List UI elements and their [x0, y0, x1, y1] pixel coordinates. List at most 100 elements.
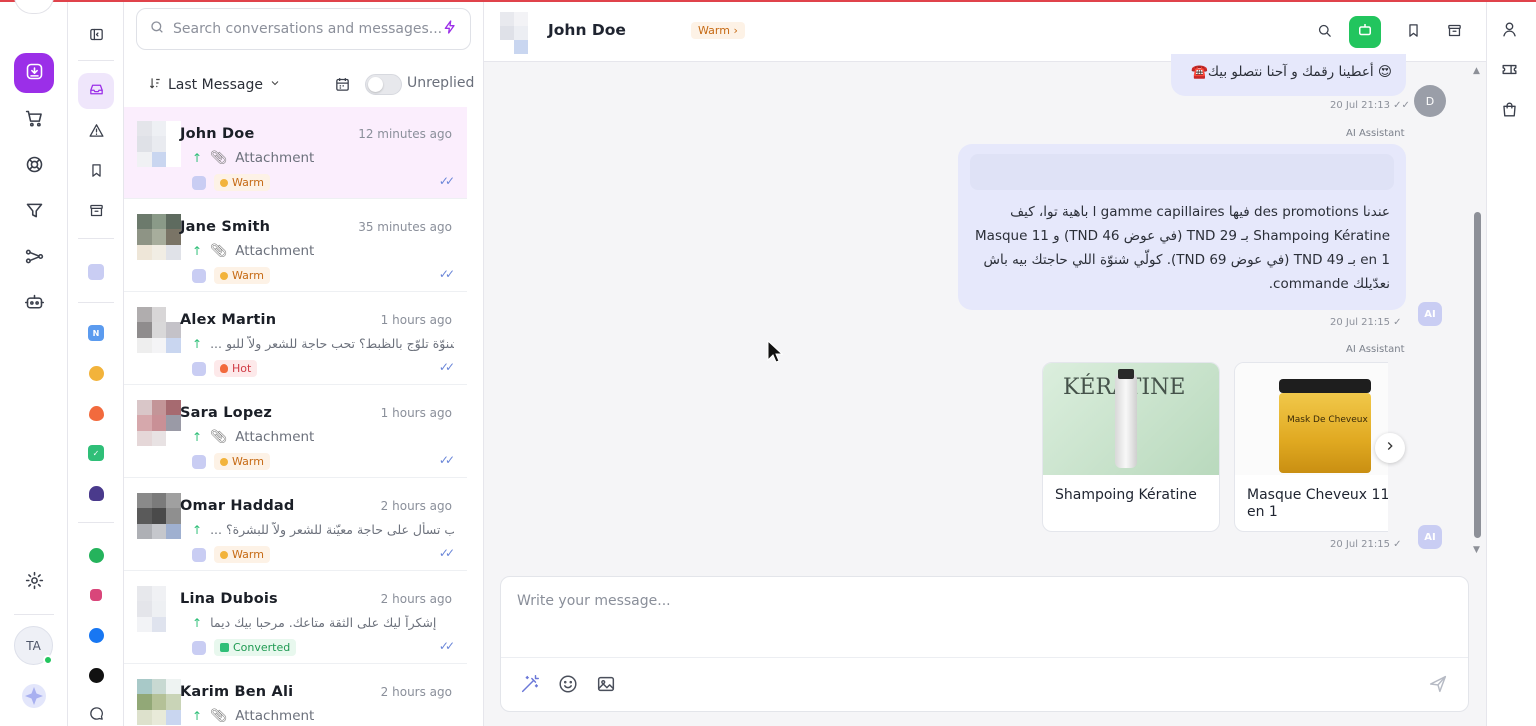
- preview-text: إشكراً ليك على الثقة متاعك. مرحبا بيك دي…: [210, 615, 437, 630]
- status-badge[interactable]: Warm ›: [691, 22, 745, 39]
- channel-tiktok[interactable]: [78, 657, 114, 693]
- warning-icon: [88, 122, 105, 143]
- conversation-meta: Warm: [192, 267, 270, 284]
- ai-badge-icon: [192, 175, 206, 190]
- channel-facebook[interactable]: [78, 617, 114, 653]
- nav-support[interactable]: [14, 146, 54, 186]
- channel-whatsapp[interactable]: [78, 537, 114, 573]
- chat-scrollbar[interactable]: [1474, 212, 1481, 538]
- unreplied-toggle[interactable]: [365, 74, 402, 95]
- tickets-button[interactable]: [1500, 60, 1524, 84]
- divider: [78, 238, 114, 239]
- filter-contacts[interactable]: [78, 475, 114, 511]
- channel-messenger[interactable]: [78, 697, 114, 726]
- filter-converted[interactable]: ✓: [78, 435, 114, 471]
- sort-label: Last Message: [168, 77, 263, 93]
- chat-header: John Doe Warm ›: [484, 2, 1486, 62]
- calendar-icon[interactable]: [334, 76, 351, 97]
- paperclip-icon: 📎︎: [210, 708, 228, 724]
- nav-workflows[interactable]: [14, 238, 54, 278]
- conversation-item[interactable]: Lina Dubois 2 hours ago ↑ إشكراً ليك على…: [124, 572, 467, 664]
- paperclip-icon: 📎︎: [210, 243, 228, 259]
- search-input[interactable]: Search conversations and messages...: [173, 21, 442, 37]
- conversation-item[interactable]: Alex Martin 1 hours ago ↑ شنوّة تلوّج با…: [124, 293, 467, 385]
- attach-image-button[interactable]: [595, 673, 619, 697]
- filter-alerts[interactable]: [78, 114, 114, 150]
- nav-settings[interactable]: [14, 562, 54, 602]
- contact-avatar[interactable]: [137, 493, 181, 539]
- conversation-time: 1 hours ago: [380, 313, 452, 327]
- status-badge-label: Warm: [232, 548, 264, 561]
- search-chat-button[interactable]: [1310, 18, 1338, 46]
- status-badge[interactable]: Warm: [214, 453, 270, 470]
- arrow-up-icon: ↑: [192, 336, 203, 351]
- nav-bots[interactable]: [14, 284, 54, 324]
- nav-orders[interactable]: [14, 100, 54, 140]
- contact-avatar[interactable]: [137, 400, 181, 446]
- contact-avatar[interactable]: [137, 214, 181, 260]
- message-timestamp: 20 Jul 21:15 ✓: [1330, 317, 1402, 328]
- contact-avatar[interactable]: [137, 586, 181, 632]
- contact-avatar[interactable]: [137, 121, 181, 167]
- filter-warm[interactable]: [78, 355, 114, 391]
- conversation-item[interactable]: Karim Ben Ali 2 hours ago ↑ 📎︎ Attachmen…: [124, 665, 467, 726]
- tiktok-icon: [88, 667, 104, 683]
- ai-sparkle-icon[interactable]: [18, 680, 50, 712]
- status-badge[interactable]: Warm: [214, 174, 270, 191]
- conversation-item[interactable]: Omar Haddad 2 hours ago ↑ تحب تسأل على ح…: [124, 479, 467, 571]
- channel-instagram[interactable]: [78, 577, 114, 613]
- status-badge[interactable]: Warm: [214, 546, 270, 563]
- contact-avatar[interactable]: [137, 307, 181, 353]
- message-preview: ↑ تحب تسأل على حاجة معيّنة للشعر ولاّ لل…: [192, 522, 454, 537]
- divider: [14, 614, 54, 615]
- filter-all-inbox[interactable]: [78, 73, 114, 109]
- status-badge[interactable]: Warm: [214, 267, 270, 284]
- workspace-switcher[interactable]: [14, 0, 54, 14]
- orders-button[interactable]: [1500, 100, 1524, 124]
- conversation-item[interactable]: Sara Lopez 1 hours ago ↑ 📎︎ Attachment W…: [124, 386, 467, 478]
- nav-inbox[interactable]: [14, 53, 54, 93]
- image-icon: [595, 676, 617, 699]
- product-card[interactable]: Mask De Cheveux Masque Cheveux 11 en 1: [1234, 362, 1388, 532]
- scroll-down-arrow[interactable]: ▼: [1473, 545, 1480, 555]
- bookmark-button[interactable]: [1399, 18, 1427, 46]
- contact-avatar[interactable]: [137, 679, 181, 725]
- send-button[interactable]: [1427, 673, 1451, 697]
- emoji-button[interactable]: [557, 673, 581, 697]
- inbox-filter-column: N ✓: [68, 2, 124, 726]
- contact-name[interactable]: John Doe: [548, 21, 626, 39]
- filter-archived[interactable]: [78, 194, 114, 230]
- ai-assistant-label: AI Assistant: [1346, 128, 1405, 139]
- ai-bot-avatar: AI: [1418, 525, 1442, 549]
- lightning-icon[interactable]: [442, 19, 458, 39]
- scroll-up-arrow[interactable]: ▲: [1473, 66, 1480, 76]
- toggle-sidebar-button[interactable]: [78, 18, 114, 54]
- message-timestamp: 20 Jul 21:15 ✓: [1330, 539, 1402, 550]
- conversation-item[interactable]: Jane Smith 35 minutes ago ↑ 📎︎ Attachmen…: [124, 200, 467, 292]
- filter-ai-assistant[interactable]: [78, 254, 114, 290]
- unreplied-label: Unreplied: [407, 75, 475, 91]
- sender-avatar[interactable]: D: [1414, 85, 1446, 117]
- status-badge[interactable]: Converted: [214, 639, 297, 656]
- conversation-meta: Warm: [192, 174, 270, 191]
- robot-icon: [1356, 21, 1374, 43]
- preview-text: Attachment: [235, 708, 315, 724]
- read-receipt-icon: ✓✓: [438, 174, 455, 188]
- contact-avatar[interactable]: [500, 12, 542, 54]
- filter-saved[interactable]: [78, 154, 114, 190]
- message-input[interactable]: Write your message...: [517, 593, 671, 609]
- ai-bot-toggle-button[interactable]: [1349, 16, 1381, 48]
- nav-filters[interactable]: [14, 192, 54, 232]
- filter-hot[interactable]: [78, 395, 114, 431]
- filter-new[interactable]: N: [78, 315, 114, 351]
- warm-circle-icon: [88, 365, 104, 381]
- conversation-item[interactable]: John Doe 12 minutes ago ↑ 📎︎ Attachment …: [124, 107, 467, 199]
- sort-icon: [148, 76, 162, 94]
- status-badge[interactable]: Hot: [214, 360, 258, 377]
- product-card[interactable]: KÉRATINE Shampoing Kératine: [1042, 362, 1220, 532]
- ai-rewrite-button[interactable]: [519, 673, 543, 697]
- archive-button[interactable]: [1440, 18, 1468, 46]
- contact-profile-button[interactable]: [1500, 20, 1524, 44]
- carousel-next-button[interactable]: [1375, 433, 1405, 463]
- search-box[interactable]: Search conversations and messages...: [136, 8, 471, 50]
